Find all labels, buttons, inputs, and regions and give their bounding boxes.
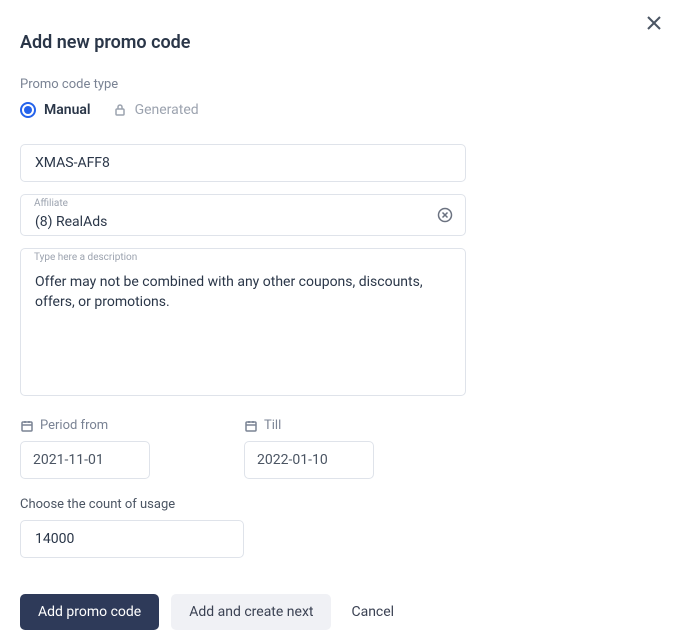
date-row: Period from Till [20,418,466,479]
modal-title: Add new promo code [20,32,663,53]
promo-type-label: Promo code type [20,77,663,92]
period-from-input[interactable] [20,441,150,479]
radio-manual-label: Manual [44,102,91,118]
radio-generated-label: Generated [135,102,199,118]
clear-circle-icon [437,207,453,223]
calendar-icon [244,419,258,433]
close-button[interactable] [645,14,663,32]
add-and-next-button[interactable]: Add and create next [171,594,331,630]
actions-row: Add promo code Add and create next Cance… [20,594,466,630]
radio-generated[interactable]: Generated [113,102,199,118]
promo-type-radio-group: Manual Generated [20,102,663,118]
affiliate-label: Affiliate [34,198,68,209]
period-from-label: Period from [40,418,108,433]
description-textarea[interactable] [20,248,466,396]
period-till-input[interactable] [244,441,374,479]
period-till-label: Till [264,418,281,433]
period-from-label-row: Period from [20,418,150,433]
add-promo-button[interactable]: Add promo code [20,594,159,630]
code-input-wrap [20,144,466,182]
lock-icon [113,103,127,117]
close-icon [647,16,661,30]
affiliate-input[interactable] [20,194,466,236]
promo-code-input[interactable] [20,144,466,182]
description-wrap: Type here a description [20,248,466,400]
radio-icon [20,102,36,118]
calendar-icon [20,419,34,433]
description-placeholder: Type here a description [34,252,137,263]
affiliate-input-wrap: Affiliate [20,194,466,236]
period-from-col: Period from [20,418,244,479]
radio-manual[interactable]: Manual [20,102,91,118]
period-till-col: Till [244,418,467,479]
usage-input[interactable] [20,520,244,558]
clear-affiliate-button[interactable] [436,206,454,224]
form-area: Affiliate Type here a description Perio [20,144,466,630]
cancel-button[interactable]: Cancel [351,604,394,620]
usage-label: Choose the count of usage [20,497,466,512]
period-till-label-row: Till [244,418,467,433]
